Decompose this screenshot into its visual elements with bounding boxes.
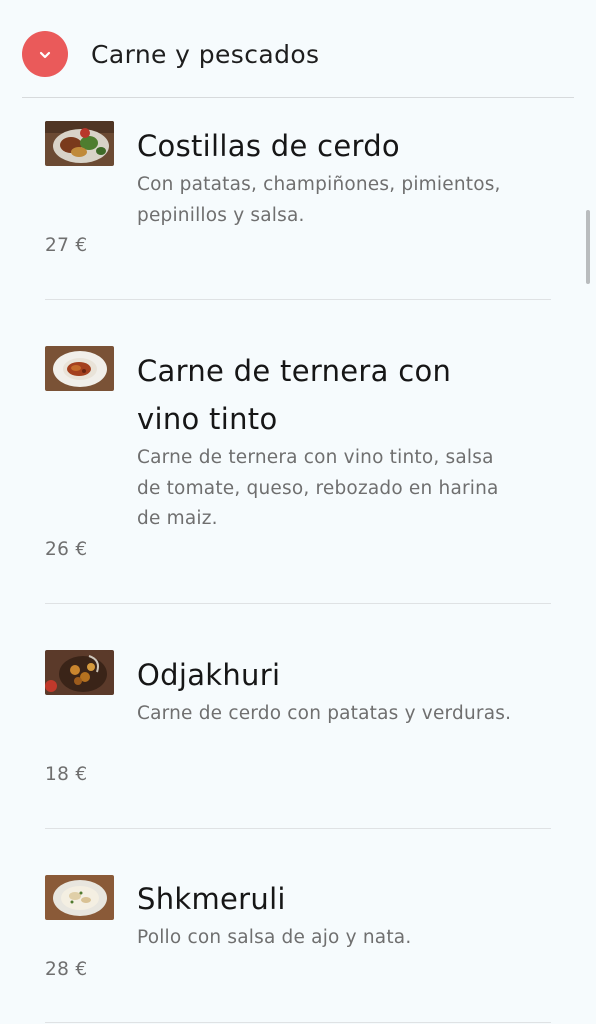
menu-item[interactable]: Odjakhuri Carne de cerdo con patatas y v…: [45, 650, 551, 790]
pork-ribs-photo: [45, 121, 114, 166]
chevron-down-icon: [38, 45, 52, 64]
item-price: 18 €: [45, 764, 88, 785]
shkmeruli-photo: [45, 875, 114, 920]
item-description: Con patatas, champiñones, pimientos, pep…: [137, 174, 501, 226]
item-divider: [45, 603, 551, 604]
section-title: Carne y pescados: [91, 39, 320, 69]
scrollbar-thumb[interactable]: [586, 210, 590, 284]
menu-item[interactable]: Shkmeruli Pollo con salsa de ajo y nata.…: [45, 875, 551, 985]
item-divider: [45, 299, 551, 300]
item-divider: [45, 1022, 551, 1023]
menu-item[interactable]: Costillas de cerdo Con patatas, champiño…: [45, 121, 551, 271]
item-name: Carne de ternera con vino tinto: [137, 354, 452, 436]
item-divider: [45, 828, 551, 829]
header-divider: [22, 97, 574, 98]
odjakhuri-photo: [45, 650, 114, 695]
collapse-toggle-button[interactable]: [22, 31, 68, 77]
item-name: Odjakhuri: [137, 658, 281, 692]
beef-stew-photo: [45, 346, 114, 391]
item-name: Shkmeruli: [137, 882, 286, 916]
item-price: 26 €: [45, 539, 88, 560]
item-description: Pollo con salsa de ajo y nata.: [137, 927, 412, 948]
item-price: 28 €: [45, 959, 88, 980]
item-description: Carne de ternera con vino tinto, salsa d…: [137, 447, 499, 529]
item-price: 27 €: [45, 235, 88, 256]
section-header[interactable]: Carne y pescados: [22, 30, 574, 78]
item-description: Carne de cerdo con patatas y verduras.: [137, 703, 512, 724]
item-name: Costillas de cerdo: [137, 129, 400, 163]
menu-item[interactable]: Carne de ternera con vino tinto Carne de…: [45, 346, 551, 566]
